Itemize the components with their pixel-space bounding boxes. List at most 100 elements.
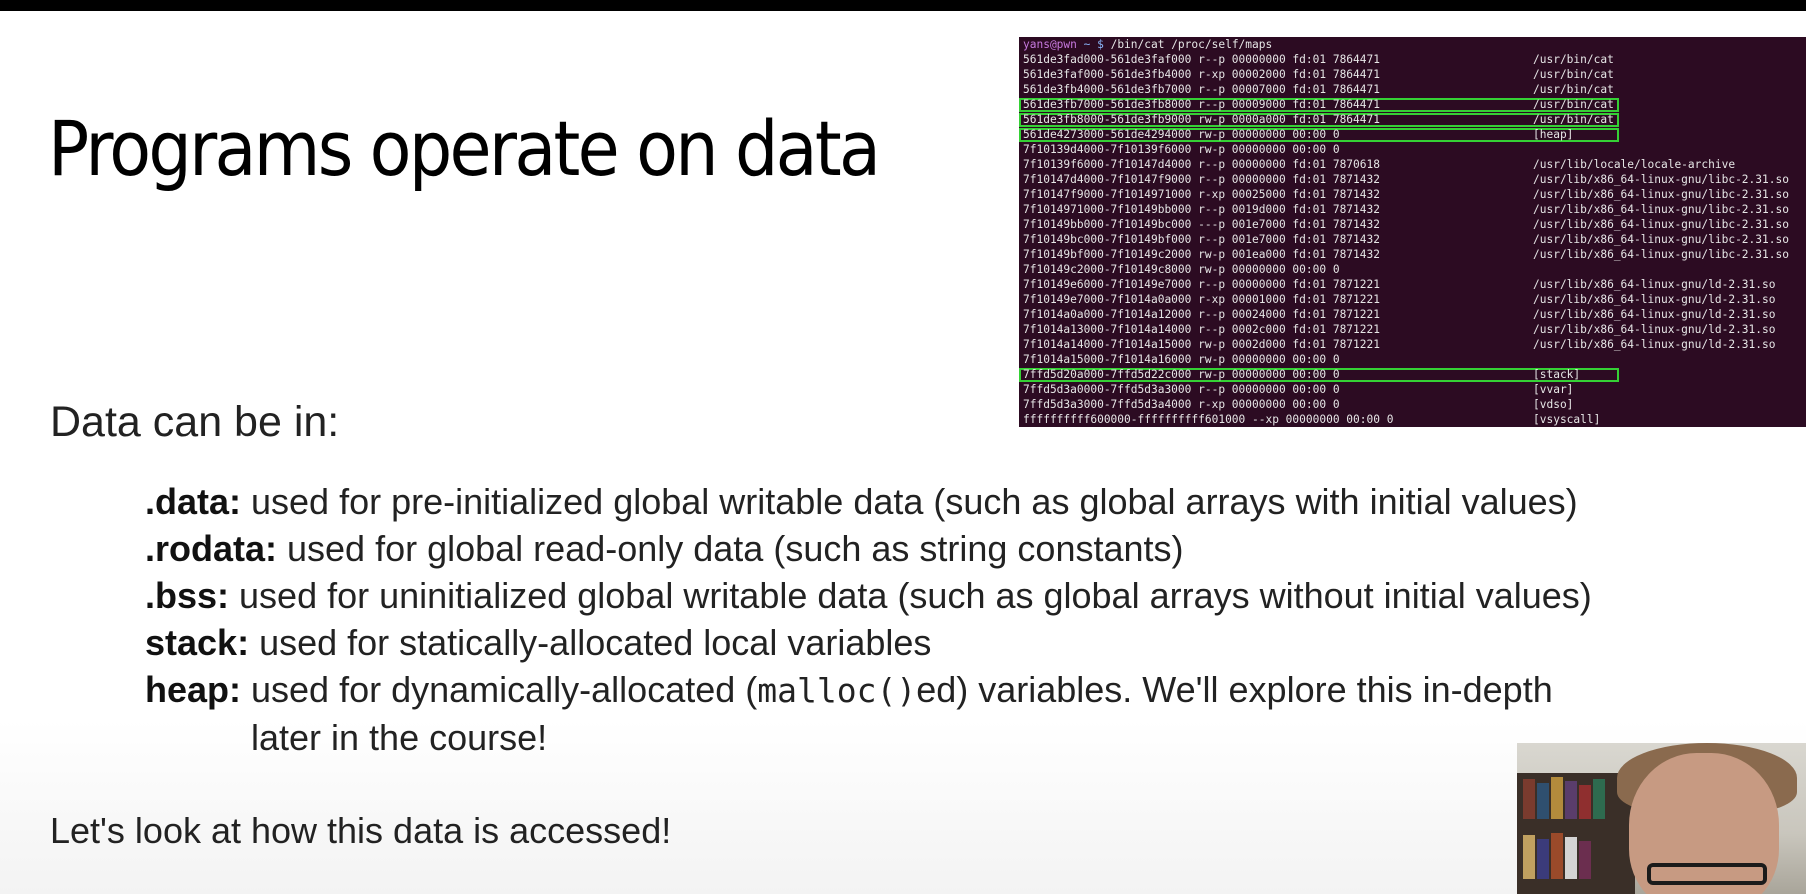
terminal-line: 561de4273000-561de4294000 rw-p 00000000 … (1023, 127, 1803, 142)
mapping-path: /usr/bin/cat (1533, 98, 1614, 111)
terminal-line: 7f10149e6000-7f10149e7000 r--p 00000000 … (1023, 277, 1803, 292)
desc-heap-continuation: later in the course! (251, 717, 548, 758)
desc-heap-after: ed) variables. We'll explore this in-dep… (916, 669, 1553, 710)
prompt-command: /bin/cat /proc/self/maps (1103, 38, 1273, 51)
mapping-range: ffffffffff600000-ffffffffff601000 --xp 0… (1023, 413, 1394, 426)
terminal-line: 7f10149bf000-7f10149c2000 rw-p 001ea000 … (1023, 247, 1803, 262)
term-bss: .bss: (145, 575, 230, 616)
terminal-line: 7f10139f6000-7f10147d4000 r--p 00000000 … (1023, 157, 1803, 172)
mapping-path: /usr/lib/x86_64-linux-gnu/ld-2.31.so (1533, 293, 1776, 306)
term-stack: stack: (145, 622, 250, 663)
terminal-line: 7f1014971000-7f10149bb000 r--p 0019d000 … (1023, 202, 1803, 217)
mapping-path: /usr/lib/x86_64-linux-gnu/ld-2.31.so (1533, 278, 1776, 291)
mapping-range: 7f10139d4000-7f10139f6000 rw-p 00000000 … (1023, 143, 1340, 156)
closing-text: Let's look at how this data is accessed! (50, 810, 672, 851)
mapping-range: 7f10147d4000-7f10147f9000 r--p 00000000 … (1023, 173, 1380, 186)
terminal-line: 7f10139d4000-7f10139f6000 rw-p 00000000 … (1023, 142, 1803, 157)
prompt-path: ~ $ (1076, 38, 1104, 51)
mapping-path: /usr/lib/x86_64-linux-gnu/libc-2.31.so (1533, 248, 1789, 261)
terminal-line: 561de3fb8000-561de3fb9000 rw-p 0000a000 … (1023, 112, 1803, 127)
mapping-range: 7f1014a14000-7f1014a15000 rw-p 0002d000 … (1023, 338, 1380, 351)
mapping-range: 7ffd5d3a0000-7ffd5d3a3000 r--p 00000000 … (1023, 383, 1340, 396)
mapping-path: [heap] (1533, 128, 1574, 141)
prompt-user: yans@pwn (1023, 38, 1077, 51)
mapping-range: 561de3fad000-561de3faf000 r--p 00000000 … (1023, 53, 1380, 66)
mapping-path: [vsyscall] (1533, 413, 1601, 426)
terminal-line: 7ffd5d20a000-7ffd5d22c000 rw-p 00000000 … (1023, 367, 1803, 382)
list-item-stack: stack: used for statically-allocated loc… (145, 619, 1592, 666)
mapping-path: /usr/lib/x86_64-linux-gnu/ld-2.31.so (1533, 308, 1776, 321)
mapping-path: /usr/lib/x86_64-linux-gnu/libc-2.31.so (1533, 218, 1789, 231)
segment-list: .data: used for pre-initialized global w… (145, 478, 1592, 761)
mapping-path: /usr/lib/x86_64-linux-gnu/ld-2.31.so (1533, 323, 1776, 336)
terminal-line: 561de3fb7000-561de3fb8000 r--p 00009000 … (1023, 97, 1803, 112)
top-bar (0, 0, 1806, 11)
mapping-path: /usr/lib/x86_64-linux-gnu/libc-2.31.so (1533, 203, 1789, 216)
terminal-line: ffffffffff600000-ffffffffff601000 --xp 0… (1023, 412, 1803, 427)
desc-data: used for pre-initialized global writable… (241, 481, 1578, 522)
mapping-range: 7f1014a15000-7f1014a16000 rw-p 00000000 … (1023, 353, 1340, 366)
presenter-webcam-icon (1517, 743, 1806, 894)
terminal-line: 7f10149e7000-7f1014a0a000 r-xp 00001000 … (1023, 292, 1803, 307)
mapping-path: [vdso] (1533, 398, 1574, 411)
terminal-line: 7f1014a15000-7f1014a16000 rw-p 00000000 … (1023, 352, 1803, 367)
mapping-path: [stack] (1533, 368, 1581, 381)
terminal-line: 7f1014a0a000-7f1014a12000 r--p 00024000 … (1023, 307, 1803, 322)
list-item-heap: heap: used for dynamically-allocated (ma… (145, 666, 1592, 761)
terminal-line: 7f1014a14000-7f1014a15000 rw-p 0002d000 … (1023, 337, 1803, 352)
mapping-range: 561de3fb4000-561de3fb7000 r--p 00007000 … (1023, 83, 1380, 96)
list-item-bss: .bss: used for uninitialized global writ… (145, 572, 1592, 619)
mapping-range: 7f10149c2000-7f10149c8000 rw-p 00000000 … (1023, 263, 1340, 276)
slide-title: Programs operate on data (48, 104, 881, 193)
mapping-path: /usr/lib/x86_64-linux-gnu/libc-2.31.so (1533, 188, 1789, 201)
mapping-range: 561de3fb8000-561de3fb9000 rw-p 0000a000 … (1023, 113, 1380, 126)
mapping-range: 7f10147f9000-7f1014971000 r-xp 00025000 … (1023, 188, 1380, 201)
mapping-path: /usr/lib/x86_64-linux-gnu/libc-2.31.so (1533, 233, 1789, 246)
mapping-range: 561de3faf000-561de3fb4000 r-xp 00002000 … (1023, 68, 1380, 81)
mapping-path: /usr/lib/x86_64-linux-gnu/ld-2.31.so (1533, 338, 1776, 351)
mapping-range: 561de4273000-561de4294000 rw-p 00000000 … (1023, 128, 1340, 141)
term-rodata: .rodata: (145, 528, 278, 569)
terminal-line: 7f10147f9000-7f1014971000 r-xp 00025000 … (1023, 187, 1803, 202)
terminal-line: 561de3faf000-561de3fb4000 r-xp 00002000 … (1023, 67, 1803, 82)
terminal-line: 561de3fb4000-561de3fb7000 r--p 00007000 … (1023, 82, 1803, 97)
mapping-range: 7ffd5d20a000-7ffd5d22c000 rw-p 00000000 … (1023, 368, 1340, 381)
terminal-line: 7ffd5d3a3000-7ffd5d3a4000 r-xp 00000000 … (1023, 397, 1803, 412)
desc-heap-before: used for dynamically-allocated ( (241, 669, 758, 710)
mapping-range: 7f1014a13000-7f1014a14000 r--p 0002c000 … (1023, 323, 1380, 336)
mapping-range: 7f10149bb000-7f10149bc000 ---p 001e7000 … (1023, 218, 1380, 231)
code-malloc: malloc() (757, 671, 917, 710)
slide: Programs operate on data yans@pwn ~ $ /b… (0, 0, 1806, 894)
terminal-line: 7f10147d4000-7f10147f9000 r--p 00000000 … (1023, 172, 1803, 187)
term-data: .data: (145, 481, 242, 522)
mapping-path: /usr/bin/cat (1533, 83, 1614, 96)
mapping-path: /usr/bin/cat (1533, 113, 1614, 126)
mapping-range: 7f1014a0a000-7f1014a12000 r--p 00024000 … (1023, 308, 1380, 321)
desc-rodata: used for global read-only data (such as … (277, 528, 1184, 569)
mapping-range: 7f10139f6000-7f10147d4000 r--p 00000000 … (1023, 158, 1380, 171)
desc-stack: used for statically-allocated local vari… (249, 622, 932, 663)
list-item-rodata: .rodata: used for global read-only data … (145, 525, 1592, 572)
terminal-line: 7ffd5d3a0000-7ffd5d3a3000 r--p 00000000 … (1023, 382, 1803, 397)
terminal-line: 7f10149c2000-7f10149c8000 rw-p 00000000 … (1023, 262, 1803, 277)
mapping-range: 561de3fb7000-561de3fb8000 r--p 00009000 … (1023, 98, 1380, 111)
presenter-glasses (1647, 863, 1767, 885)
desc-bss: used for uninitialized global writable d… (229, 575, 1592, 616)
terminal-line: 7f1014a13000-7f1014a14000 r--p 0002c000 … (1023, 322, 1803, 337)
data-intro: Data can be in: (50, 398, 340, 446)
terminal-screenshot: yans@pwn ~ $ /bin/cat /proc/self/maps 56… (1019, 37, 1806, 427)
terminal-line: 7f10149bc000-7f10149bf000 r--p 001e7000 … (1023, 232, 1803, 247)
list-item-data: .data: used for pre-initialized global w… (145, 478, 1592, 525)
mapping-range: 7f1014971000-7f10149bb000 r--p 0019d000 … (1023, 203, 1380, 216)
terminal-line: 7f10149bb000-7f10149bc000 ---p 001e7000 … (1023, 217, 1803, 232)
mapping-path: /usr/bin/cat (1533, 68, 1614, 81)
mapping-range: 7ffd5d3a3000-7ffd5d3a4000 r-xp 00000000 … (1023, 398, 1340, 411)
mapping-path: /usr/bin/cat (1533, 53, 1614, 66)
term-heap: heap: (145, 669, 242, 710)
mapping-range: 7f10149e6000-7f10149e7000 r--p 00000000 … (1023, 278, 1380, 291)
terminal-prompt-line: yans@pwn ~ $ /bin/cat /proc/self/maps (1023, 37, 1272, 52)
mapping-range: 7f10149bc000-7f10149bf000 r--p 001e7000 … (1023, 233, 1380, 246)
terminal-line: 561de3fad000-561de3faf000 r--p 00000000 … (1023, 52, 1803, 67)
mapping-path: [vvar] (1533, 383, 1574, 396)
mapping-path: /usr/lib/x86_64-linux-gnu/libc-2.31.so (1533, 173, 1789, 186)
